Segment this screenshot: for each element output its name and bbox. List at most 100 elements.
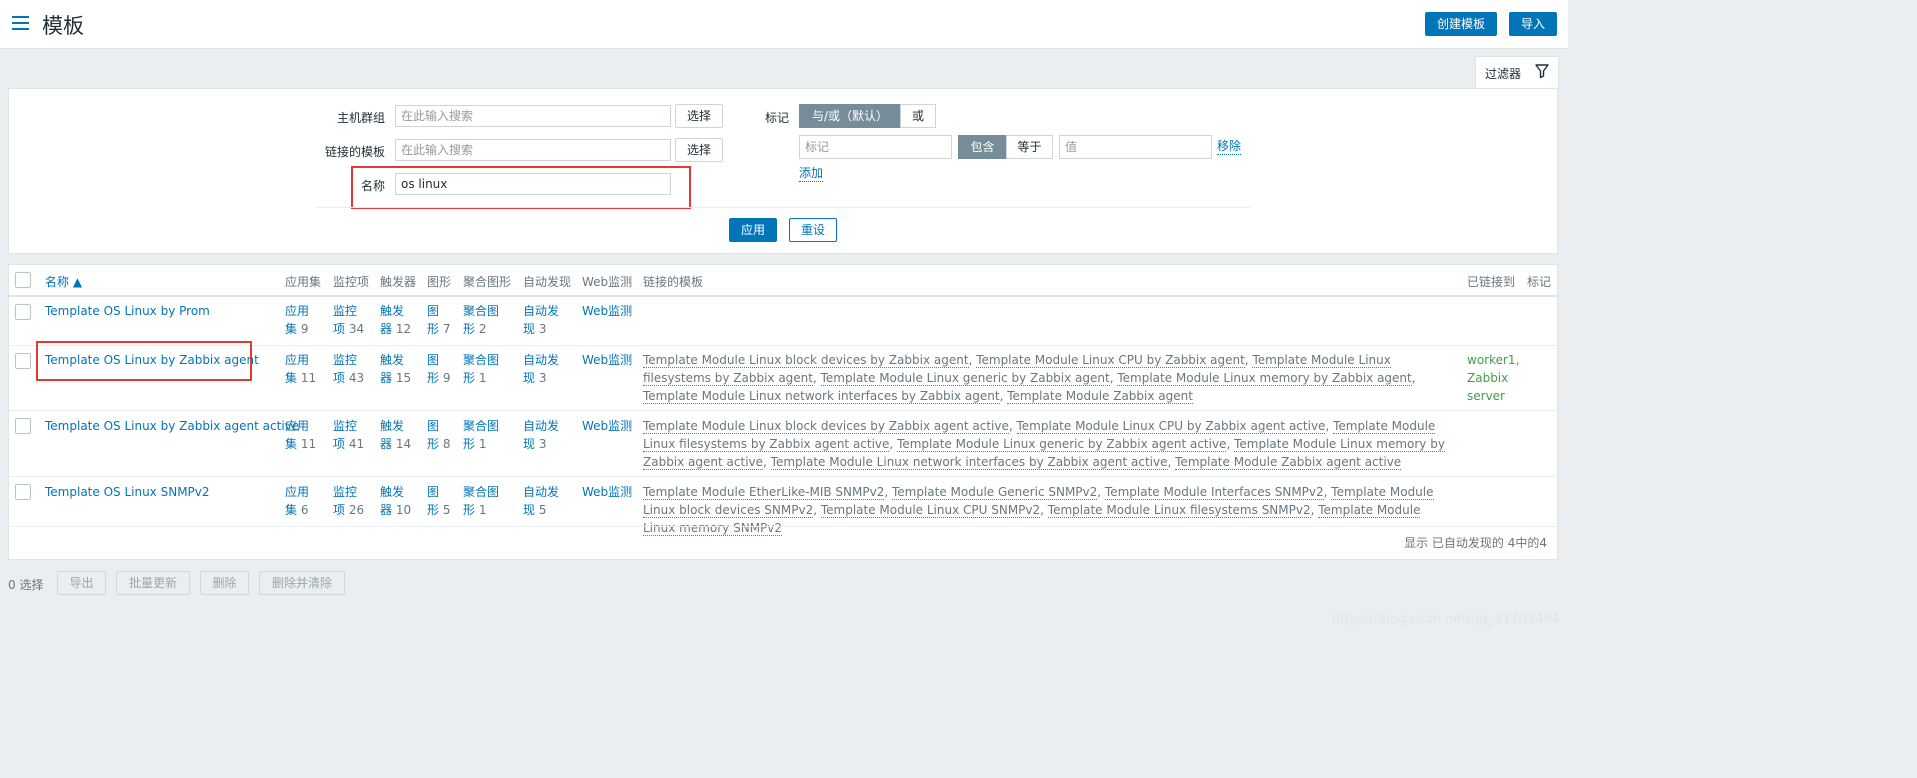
linked-template-link[interactable]: Template Module Linux CPU by Zabbix agen… — [1016, 419, 1326, 434]
apps-link[interactable]: 应用集 11 — [285, 417, 325, 453]
select-all-checkbox[interactable] — [15, 272, 31, 288]
mass-update-button[interactable]: 批量更新 — [116, 571, 190, 595]
screens-link[interactable]: 聚合图形 2 — [463, 302, 513, 338]
linked-template-link[interactable]: Template Module Linux network interfaces… — [643, 389, 1000, 404]
page-header: 模板 创建模板 导入 — [0, 0, 1568, 49]
items-link[interactable]: 监控项 26 — [333, 483, 373, 519]
col-screens-header: 聚合图形 — [463, 275, 512, 289]
linked-template-link[interactable]: Template Module Linux CPU SNMPv2 — [820, 503, 1041, 518]
tag-name-input[interactable] — [799, 135, 952, 159]
web-link[interactable]: Web监测 — [582, 351, 632, 369]
linked-template-link[interactable]: Template Module Interfaces SNMPv2 — [1104, 485, 1324, 500]
col-items-header: 监控项 — [333, 275, 370, 289]
row-divider — [9, 526, 1557, 527]
triggers-link[interactable]: 触发器 10 — [380, 483, 420, 519]
template-name-link[interactable]: Template OS Linux SNMPv2 — [45, 483, 210, 501]
filter-divider — [315, 207, 1251, 208]
items-link[interactable]: 监控项 43 — [333, 351, 373, 387]
reset-button[interactable]: 重设 — [789, 218, 837, 242]
host-group-label: 主机群组 — [336, 111, 385, 125]
discovery-link[interactable]: 自动发现 5 — [523, 483, 573, 519]
col-name-header[interactable]: 名称 ▲ — [45, 273, 82, 290]
tag-remove-link[interactable]: 移除 — [1217, 138, 1242, 155]
screens-link[interactable]: 聚合图形 1 — [463, 351, 513, 387]
linked-template-link[interactable]: Template Module Linux block devices by Z… — [643, 419, 1009, 434]
template-name-link[interactable]: Template OS Linux by Prom — [45, 302, 210, 320]
filter-panel: 主机群组 选择 链接的模板 选择 名称 标记 与/或（默认） 或 包含 等于 移… — [8, 88, 1558, 254]
tags-and-or-toggle[interactable]: 与/或（默认） — [799, 104, 901, 128]
web-link[interactable]: Web监测 — [582, 417, 632, 435]
header-divider — [9, 295, 1557, 297]
graphs-link[interactable]: 图形 7 — [427, 302, 467, 338]
apply-button[interactable]: 应用 — [729, 218, 777, 242]
web-link[interactable]: Web监测 — [582, 483, 632, 501]
discovery-link[interactable]: 自动发现 3 — [523, 351, 573, 387]
table-footer-info: 显示 已自动发现的 4中的4 — [1404, 536, 1547, 550]
tag-add-link[interactable]: 添加 — [799, 165, 824, 182]
apps-link[interactable]: 应用集 9 — [285, 302, 325, 338]
watermark: https://blog.csdn.net/qq_41709494 — [1331, 612, 1560, 627]
row-checkbox[interactable] — [15, 484, 31, 500]
triggers-link[interactable]: 触发器 15 — [380, 351, 420, 387]
col-web-header: Web监测 — [582, 275, 633, 289]
templates-table: 名称 ▲ 应用集 监控项 触发器 图形 聚合图形 自动发现 Web监测 链接的模… — [8, 264, 1558, 560]
delete-and-clear-button[interactable]: 删除并清除 — [259, 571, 345, 595]
web-link[interactable]: Web监测 — [582, 302, 632, 320]
screens-link[interactable]: 聚合图形 1 — [463, 417, 513, 453]
import-button[interactable]: 导入 — [1509, 12, 1557, 36]
linked-template-link[interactable]: Template Module Zabbix agent active — [1175, 455, 1402, 470]
triggers-link[interactable]: 触发器 12 — [380, 302, 420, 338]
row-divider — [9, 410, 1557, 411]
linked-template-link[interactable]: Template Module Linux network interfaces… — [770, 455, 1168, 470]
linked-template-link[interactable]: Template Module EtherLike-MIB SNMPv2 — [643, 485, 885, 500]
linked-template-link[interactable]: Template Module Generic SNMPv2 — [891, 485, 1098, 500]
screens-link[interactable]: 聚合图形 1 — [463, 483, 513, 519]
col-discovery-header: 自动发现 — [523, 275, 572, 289]
discovery-link[interactable]: 自动发现 3 — [523, 302, 573, 338]
create-template-button[interactable]: 创建模板 — [1425, 12, 1497, 36]
linked-hosts-list[interactable]: worker1, Zabbix server — [1467, 351, 1519, 405]
template-name-link[interactable]: Template OS Linux by Zabbix agent active — [45, 417, 299, 435]
apps-link[interactable]: 应用集 6 — [285, 483, 325, 519]
linked-templates-list: Template Module Linux block devices by Z… — [643, 353, 1416, 404]
selected-count: 0 选择 — [8, 578, 44, 592]
row-checkbox[interactable] — [15, 353, 31, 369]
filter-tab-label: 过滤器 — [1485, 67, 1522, 81]
linked-template-link[interactable]: Template Module Linux block devices by Z… — [643, 353, 969, 368]
filter-tab[interactable]: 过滤器 — [1475, 56, 1559, 89]
linked-template-label: 链接的模板 — [324, 145, 385, 159]
graphs-link[interactable]: 图形 5 — [427, 483, 467, 519]
linked-template-input[interactable] — [395, 139, 671, 161]
graphs-link[interactable]: 图形 8 — [427, 417, 467, 453]
linked-template-select-button[interactable]: 选择 — [675, 138, 723, 162]
linked-template-link[interactable]: Template Module Linux memory by Zabbix a… — [1117, 371, 1412, 386]
items-link[interactable]: 监控项 34 — [333, 302, 373, 338]
page-title: 模板 — [42, 14, 84, 38]
menu-icon[interactable] — [12, 16, 29, 30]
linked-template-link[interactable]: Template Module Linux generic by Zabbix … — [820, 371, 1110, 386]
graphs-link[interactable]: 图形 9 — [427, 351, 467, 387]
host-group-input[interactable] — [395, 105, 671, 127]
export-button[interactable]: 导出 — [57, 571, 106, 595]
name-label: 名称 — [360, 179, 385, 193]
linked-template-link[interactable]: Template Module Linux CPU by Zabbix agen… — [976, 353, 1245, 368]
discovery-link[interactable]: 自动发现 3 — [523, 417, 573, 453]
linked-template-link[interactable]: Template Module Linux filesystems SNMPv2 — [1047, 503, 1311, 518]
row-checkbox[interactable] — [15, 304, 31, 320]
col-tags-header: 标记 — [1527, 275, 1552, 289]
linked-templates-list: Template Module Linux block devices by Z… — [643, 419, 1445, 470]
items-link[interactable]: 监控项 41 — [333, 417, 373, 453]
linked-template-link[interactable]: Template Module Linux generic by Zabbix … — [897, 437, 1227, 452]
row-checkbox[interactable] — [15, 418, 31, 434]
delete-button[interactable]: 删除 — [200, 571, 249, 595]
triggers-link[interactable]: 触发器 14 — [380, 417, 420, 453]
apps-link[interactable]: 应用集 11 — [285, 351, 325, 387]
linked-template-link[interactable]: Template Module Zabbix agent — [1007, 389, 1193, 404]
host-group-select-button[interactable]: 选择 — [675, 104, 723, 128]
tag-contains-toggle[interactable]: 包含 — [958, 135, 1007, 159]
name-input[interactable] — [395, 173, 671, 195]
tag-value-input[interactable] — [1059, 135, 1212, 159]
tag-equals-toggle[interactable]: 等于 — [1006, 135, 1053, 159]
tags-or-toggle[interactable]: 或 — [900, 104, 936, 128]
template-name-link[interactable]: Template OS Linux by Zabbix agent — [45, 351, 259, 369]
